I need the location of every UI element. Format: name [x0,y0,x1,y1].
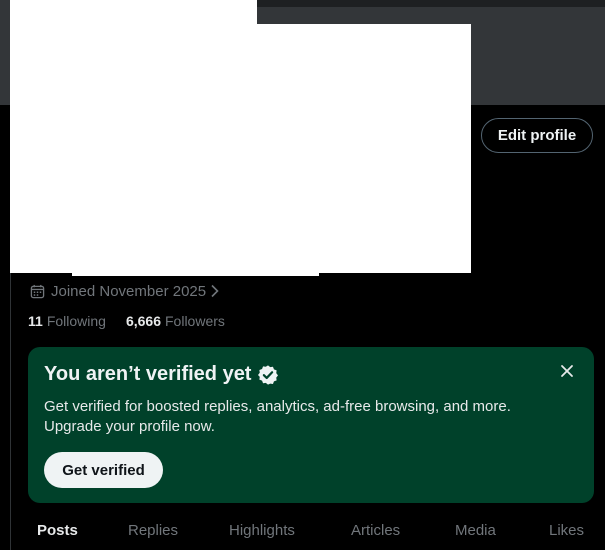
verification-title: You aren’t verified yet [44,363,279,386]
tab-posts[interactable]: Posts [37,522,78,539]
tab-likes[interactable]: Likes [549,522,584,539]
tab-replies[interactable]: Replies [128,522,178,539]
close-icon[interactable] [558,362,576,380]
joined-text: Joined November 2025 [51,282,207,300]
banner-top-strip [256,0,605,7]
calendar-icon [30,284,45,298]
followers-label: Followers [165,313,225,329]
following-link[interactable]: 11 Following [28,313,106,329]
verified-badge-icon [258,364,279,385]
joined-date[interactable]: Joined November 2025 [30,281,220,301]
verification-description-line: Upgrade your profile now. [44,418,215,435]
tab-articles[interactable]: Articles [351,522,400,539]
follow-stats: 11 Following 6,666 Followers [28,312,245,330]
followers-count: 6,666 [125,313,161,329]
following-count: 11 [28,313,43,329]
tab-media[interactable]: Media [455,522,496,539]
profile-tabs: Posts Replies Highlights Articles Media … [11,515,605,550]
verification-description: Get verified for boosted replies, analyt… [44,397,564,437]
edit-profile-button[interactable]: Edit profile [481,118,593,153]
verification-description-line: Get verified for boosted replies, analyt… [44,398,511,415]
get-verified-button[interactable]: Get verified [44,452,163,488]
redacted-area [12,238,72,270]
following-label: Following [46,313,106,329]
verification-title-text: You aren’t verified yet [44,363,252,385]
tab-highlights[interactable]: Highlights [229,522,295,539]
redacted-area [72,260,319,276]
verification-card: You aren’t verified yet Get verified for… [28,347,594,503]
redacted-area [10,24,471,273]
chevron-right-icon [211,284,219,298]
followers-link[interactable]: 6,666 Followers [126,313,225,329]
profile-page: Edit profile Joined November 2025 11 Fol… [0,0,605,550]
